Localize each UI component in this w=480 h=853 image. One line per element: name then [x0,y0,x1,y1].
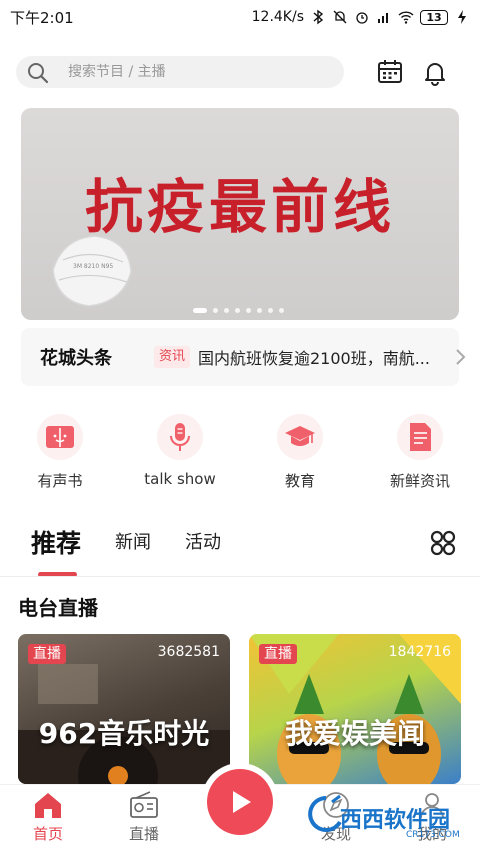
radio-icon [130,791,158,818]
category-audiobook[interactable]: 有声书 [0,414,120,491]
carousel-dot[interactable] [224,308,229,313]
live-station-card[interactable]: 直播 3682581 962音乐时光 [18,634,230,784]
site-watermark: 西西软件园 CR173.COM [296,790,464,850]
carousel-dot[interactable] [246,308,251,313]
mask-print-text: 3M 8210 N95 [73,263,113,270]
tab-news[interactable]: 新闻 [115,528,151,554]
play-button[interactable] [207,769,273,835]
carousel-dot[interactable] [235,308,240,313]
n95-mask-image: 3M 8210 N95 [52,235,132,307]
listener-count: 1842716 [388,644,451,660]
home-icon [35,793,61,818]
section-title: 电台直播 [18,596,98,620]
chevron-right-icon [456,349,466,365]
mute-icon [333,10,347,24]
status-icons: 12.4K/s 13 [252,9,470,25]
live-badge: 直播 [28,644,66,664]
content-tabs: 推荐 新闻 活动 [0,520,480,577]
category-row: 有声书 talk show 教育 新鲜资讯 [0,414,480,494]
watermark-sub: CR173.COM [406,830,460,840]
wifi-icon [398,11,414,24]
carousel-dot[interactable] [268,308,273,313]
calendar-icon[interactable] [376,58,404,86]
tab-recommended[interactable]: 推荐 [31,524,81,560]
station-name: 962音乐时光 [38,717,210,750]
carousel-dots [193,308,284,313]
category-icon-wrap [397,414,443,460]
category-talk-show[interactable]: talk show [120,414,240,488]
banner-carousel[interactable]: 抗疫最前线 3M 8210 N95 [21,108,459,320]
play-icon [233,791,251,813]
nav-live[interactable]: 直播 [104,789,184,844]
live-badge: 直播 [259,644,297,664]
bluetooth-icon [313,9,324,25]
search-row [0,52,480,92]
divider [0,576,480,577]
category-label: 有声书 [37,472,83,490]
category-news[interactable]: 新鲜资讯 [360,414,480,491]
headline-logo: 花城头条 [40,348,112,369]
station-name: 我爱娱美闻 [284,717,425,750]
live-station-card[interactable]: 直播 1842716 我爱娱美闻 [249,634,461,784]
search-icon [28,63,49,84]
status-bar: 下午2:01 12.4K/s 13 [0,0,480,34]
category-education[interactable]: 教育 [240,414,360,491]
status-time: 下午2:01 [10,8,74,27]
news-document-icon [410,423,431,451]
book-icon [46,426,74,448]
grid-menu-icon[interactable] [428,528,458,558]
tab-activities[interactable]: 活动 [185,528,221,554]
carousel-dot[interactable] [257,308,262,313]
charging-icon [458,10,466,24]
category-icon-wrap [37,414,83,460]
headline-news-card[interactable]: 花城头条 资讯 国内航班恢复逾2100班，南航... [21,328,466,386]
category-icon-wrap [277,414,323,460]
news-tag-badge: 资讯 [154,346,191,368]
listener-count: 3682581 [157,644,220,660]
search-box[interactable] [16,56,344,88]
notification-bell-icon[interactable] [421,58,449,86]
network-speed: 12.4K/s [251,9,304,25]
category-label: talk show [144,470,216,488]
graduation-cap-icon [285,426,315,446]
microphone-icon [170,423,190,451]
carousel-dot[interactable] [193,308,207,313]
nav-label: 首页 [32,825,63,843]
category-label: 新鲜资讯 [389,472,450,490]
category-icon-wrap [157,414,203,460]
headline-text: 国内航班恢复逾2100班，南航... [198,349,430,368]
nav-home[interactable]: 首页 [8,789,88,844]
category-label: 教育 [284,472,315,490]
nav-label: 直播 [128,825,159,843]
signal-icon [378,13,388,23]
alarm-icon [356,12,368,24]
search-input[interactable] [68,56,328,88]
carousel-dot[interactable] [213,308,218,313]
battery-indicator: 13 [420,9,448,25]
carousel-dot[interactable] [279,308,284,313]
